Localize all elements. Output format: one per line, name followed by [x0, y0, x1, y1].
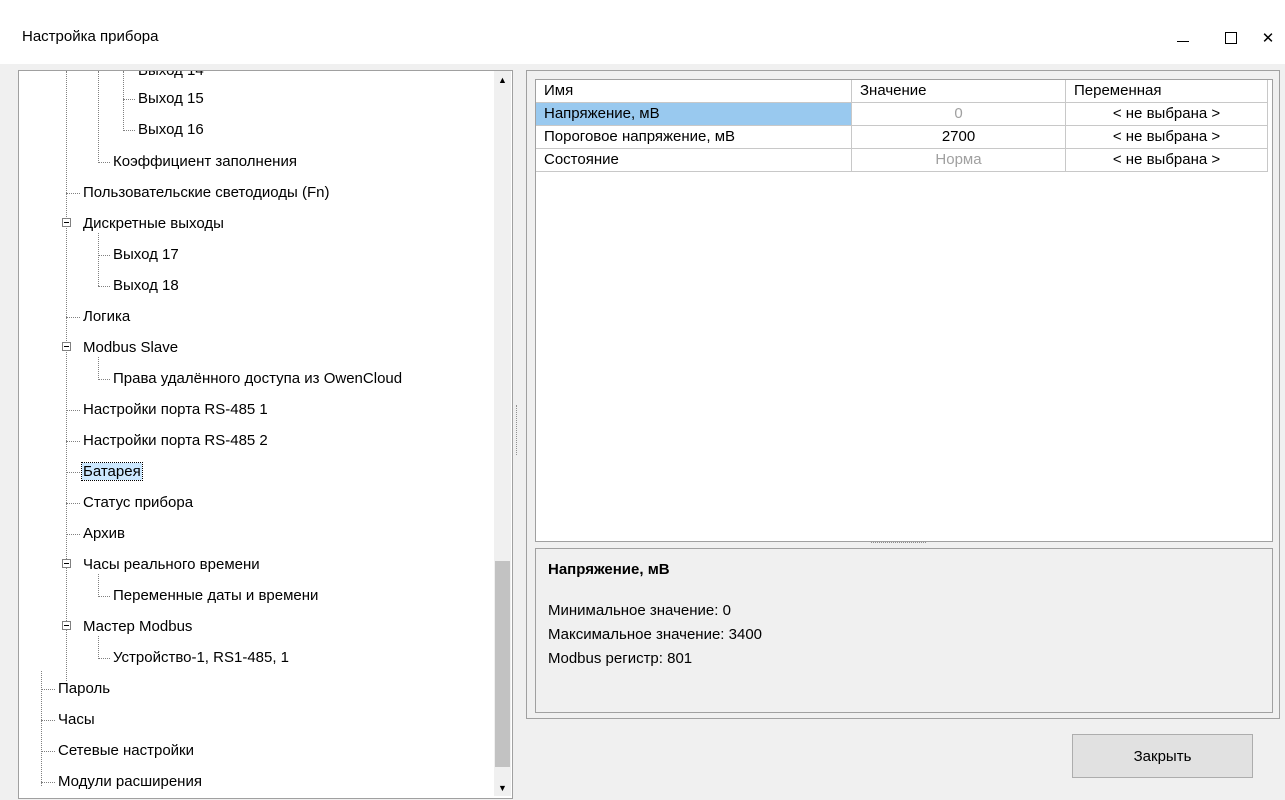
close-window-button[interactable]: ✕ — [1245, 18, 1285, 58]
window-title: Настройка прибора — [22, 28, 159, 45]
tree-connector — [98, 596, 110, 597]
vertical-splitter[interactable] — [516, 405, 520, 455]
tree-connector — [98, 379, 110, 380]
tree-item[interactable]: Мастер Modbus — [82, 617, 193, 637]
column-header-name[interactable]: Имя — [536, 80, 852, 103]
description-line: Минимальное значение: 0 — [548, 602, 731, 619]
tree-item[interactable]: Права удалённого доступа из OwenCloud — [112, 369, 403, 389]
collapse-toggle-icon[interactable] — [62, 621, 71, 630]
scroll-up-icon[interactable]: ▲ — [494, 71, 511, 88]
minimize-button[interactable] — [1160, 18, 1206, 58]
param-name-cell[interactable]: Напряжение, мВ — [536, 103, 852, 126]
param-name-cell[interactable]: Состояние — [536, 149, 852, 172]
properties-grid: Имя Значение Переменная Напряжение, мВ 0… — [535, 79, 1273, 542]
collapse-toggle-icon[interactable] — [62, 559, 71, 568]
tree-item[interactable]: Пользовательские светодиоды (Fn) — [82, 183, 331, 203]
tree-connector — [41, 689, 55, 690]
tree-item[interactable]: Сетевые настройки — [57, 741, 195, 761]
tree-item[interactable]: Modbus Slave — [82, 338, 179, 358]
tree-item[interactable]: Настройки порта RS-485 2 — [82, 431, 269, 451]
column-header-value[interactable]: Значение — [852, 80, 1066, 103]
tree-connector — [98, 71, 99, 163]
param-value-cell: Норма — [852, 149, 1066, 172]
maximize-icon — [1225, 32, 1237, 44]
tree-item[interactable]: Часы реального времени — [82, 555, 261, 575]
tree-item[interactable]: Переменные даты и времени — [112, 586, 319, 606]
tree-item[interactable]: Статус прибора — [82, 493, 194, 513]
tree-connector — [41, 720, 55, 721]
description-title: Напряжение, мВ — [548, 561, 670, 578]
tree-item[interactable]: Выход 17 — [112, 245, 180, 265]
tree-connector — [66, 71, 67, 681]
tree-item[interactable]: Архив — [82, 524, 126, 544]
tree-connector — [98, 636, 99, 659]
grid-header: Имя Значение Переменная — [536, 80, 1268, 103]
close-button[interactable]: Закрыть — [1072, 734, 1253, 778]
tree-connector — [66, 441, 80, 442]
tree-connector — [66, 317, 80, 318]
tree-item[interactable]: Выход 16 — [137, 120, 205, 140]
properties-panel: Имя Значение Переменная Напряжение, мВ 0… — [526, 70, 1280, 719]
tree-connector — [41, 751, 55, 752]
tree-connector — [98, 357, 99, 380]
tree-item[interactable]: Модули расширения — [57, 772, 203, 792]
tree-connector — [98, 286, 110, 287]
table-row[interactable]: Пороговое напряжение, мВ 2700 < не выбра… — [536, 126, 1268, 149]
tree-connector — [98, 574, 99, 597]
tree-connector — [41, 782, 55, 783]
device-tree-panel: Выход 14 Выход 15 Выход 16 Коэффициент з… — [18, 70, 513, 799]
tree-connector — [66, 534, 80, 535]
tree-item[interactable]: Выход 15 — [137, 89, 205, 109]
title-bar: Настройка прибора ✕ — [0, 0, 1285, 64]
tree-connector — [66, 472, 80, 473]
collapse-toggle-icon[interactable] — [62, 218, 71, 227]
tree-item[interactable]: Устройство-1, RS1-485, 1 — [112, 648, 290, 668]
device-tree[interactable]: Выход 14 Выход 15 Выход 16 Коэффициент з… — [19, 71, 494, 796]
tree-item[interactable]: Логика — [82, 307, 131, 327]
tree-connector — [98, 233, 99, 286]
table-row[interactable]: Напряжение, мВ 0 < не выбрана > — [536, 103, 1268, 126]
scroll-thumb[interactable] — [495, 561, 510, 767]
tree-item[interactable]: Дискретные выходы — [82, 214, 225, 234]
tree-scrollbar[interactable]: ▲ ▼ — [494, 71, 511, 796]
tree-item[interactable]: Часы — [57, 710, 96, 730]
tree-connector — [123, 99, 135, 100]
param-variable-cell[interactable]: < не выбрана > — [1066, 126, 1268, 149]
collapse-toggle-icon[interactable] — [62, 342, 71, 351]
description-line: Максимальное значение: 3400 — [548, 626, 763, 643]
tree-connector — [98, 255, 110, 256]
tree-item-selected[interactable]: Батарея — [81, 462, 143, 482]
tree-connector — [66, 503, 80, 504]
scroll-down-icon[interactable]: ▼ — [494, 779, 511, 796]
tree-item[interactable]: Пароль — [57, 679, 111, 699]
minimize-icon — [1177, 40, 1189, 42]
tree-connector — [123, 130, 135, 131]
tree-connector — [123, 71, 124, 131]
param-value-cell: 0 — [852, 103, 1066, 126]
description-panel: Напряжение, мВ Минимальное значение: 0 М… — [535, 548, 1273, 713]
tree-connector — [98, 162, 110, 163]
column-header-variable[interactable]: Переменная — [1066, 80, 1268, 103]
param-value-cell[interactable]: 2700 — [852, 126, 1066, 149]
tree-item[interactable]: Коэффициент заполнения — [112, 152, 298, 172]
tree-connector — [66, 410, 80, 411]
close-icon: ✕ — [1261, 30, 1275, 47]
param-name-cell[interactable]: Пороговое напряжение, мВ — [536, 126, 852, 149]
settings-window: Настройка прибора ✕ Выход 14 Выход 15 Вы… — [0, 0, 1285, 800]
tree-item[interactable]: Выход 18 — [112, 276, 180, 296]
tree-connector — [66, 193, 80, 194]
tree-item[interactable]: Настройки порта RS-485 1 — [82, 400, 269, 420]
tree-connector — [98, 658, 110, 659]
table-row[interactable]: Состояние Норма < не выбрана > — [536, 149, 1268, 172]
tree-item[interactable]: Выход 14 — [137, 71, 205, 81]
param-variable-cell[interactable]: < не выбрана > — [1066, 149, 1268, 172]
param-variable-cell[interactable]: < не выбрана > — [1066, 103, 1268, 126]
horizontal-splitter[interactable] — [871, 542, 926, 545]
description-line: Modbus регистр: 801 — [548, 650, 693, 667]
